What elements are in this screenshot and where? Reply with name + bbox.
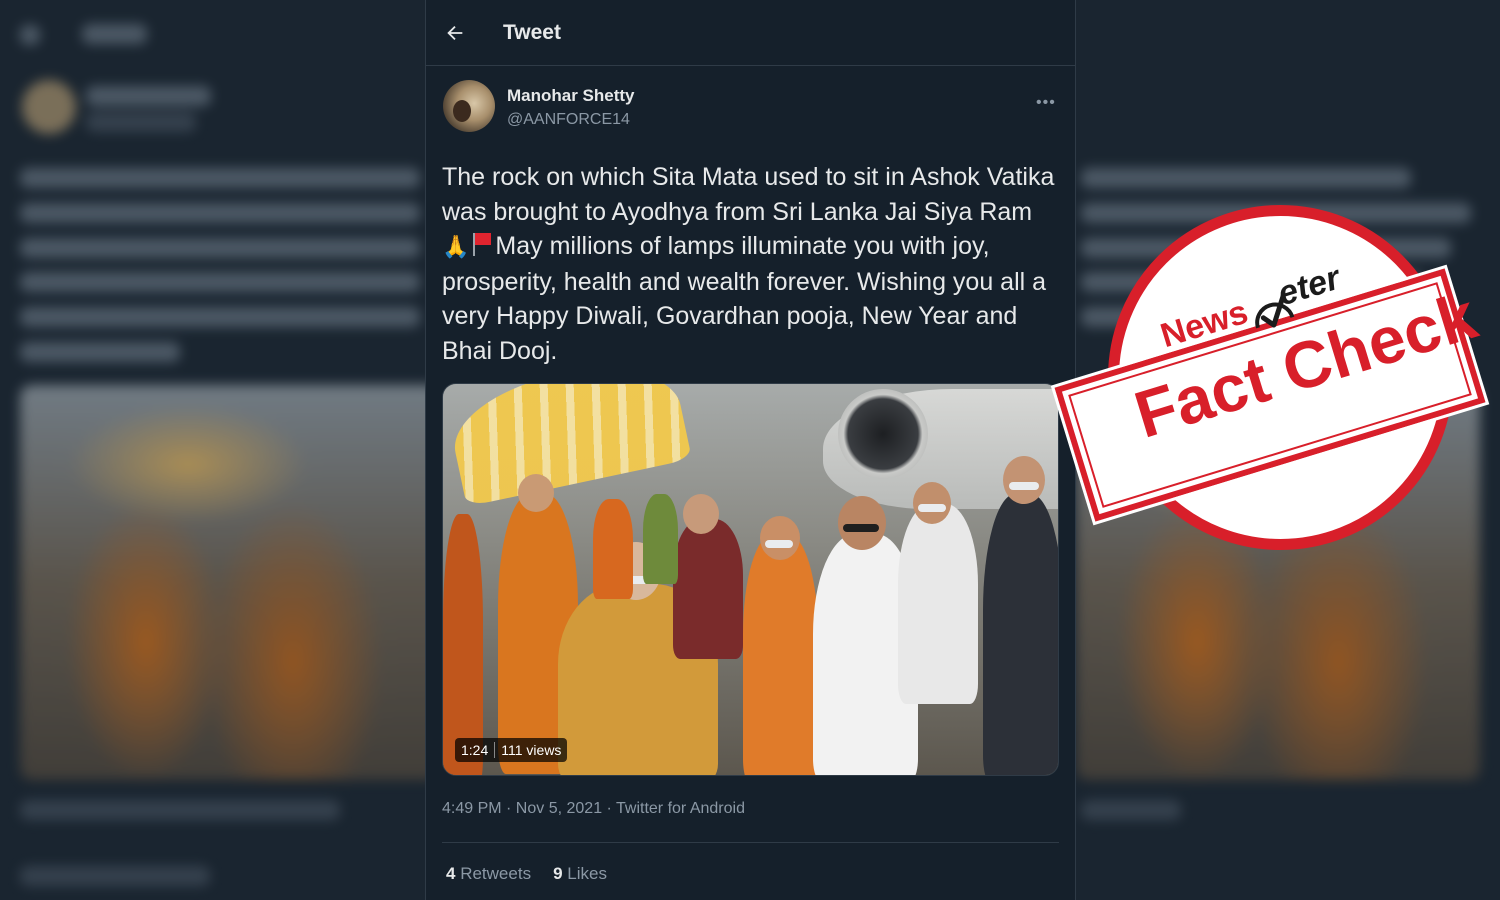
tweet-stats: 4 Retweets 9 Likes [446,864,607,884]
divider [442,842,1059,843]
tweet-header: Tweet [426,0,1075,66]
pray-hands-emoji: 🙏 [442,234,470,260]
blurred-background-left [0,0,425,900]
video-views: 111 views [501,742,562,758]
tweet-text-part1: The rock on which Sita Mata used to sit … [442,163,1055,226]
page-title: Tweet [503,21,561,44]
tweet-timestamp[interactable]: 4:49 PM · Nov 5, 2021 · Twitter for Andr… [442,800,745,818]
tweet-panel: Tweet Manohar Shetty @AANFORCE14 ••• The… [425,0,1076,900]
tweet-text: The rock on which Sita Mata used to sit … [442,160,1057,369]
video-duration: 1:24 [461,742,489,758]
avatar[interactable] [443,80,495,132]
fact-check-stamp: News eter Fact Check [1051,205,1489,585]
retweets-stat[interactable]: 4 Retweets [446,864,531,884]
author-handle[interactable]: @AANFORCE14 [507,111,630,129]
author-name[interactable]: Manohar Shetty [507,86,635,106]
tweet-text-part2: May millions of lamps illuminate you wit… [442,232,1047,365]
likes-stat[interactable]: 9 Likes [553,864,607,884]
tweet-video[interactable]: 1:24 111 views [442,383,1059,776]
video-badge: 1:24 111 views [455,738,568,762]
more-icon[interactable]: ••• [1036,94,1056,112]
red-flag-emoji [471,232,493,257]
arrow-left-icon[interactable] [444,22,466,44]
